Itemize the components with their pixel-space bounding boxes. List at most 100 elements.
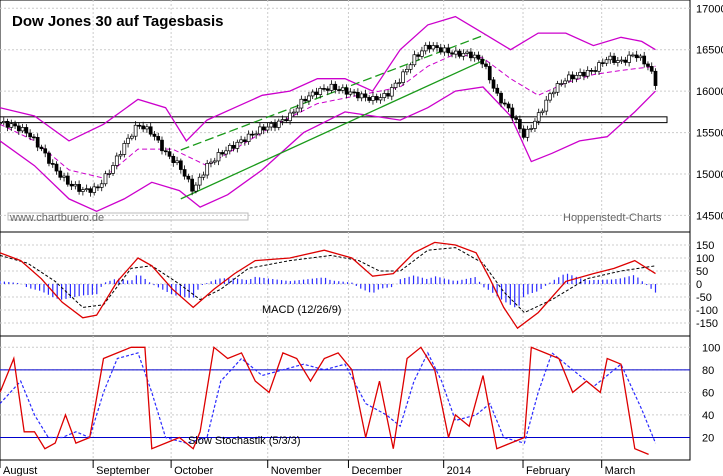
x-tick-label: December — [351, 465, 402, 476]
candle-body — [88, 188, 93, 193]
price-y-tick-label: 15500 — [696, 128, 723, 140]
macd-label: MACD (12/26/9) — [262, 304, 341, 316]
candle-body — [209, 161, 213, 164]
candle-body — [608, 55, 613, 61]
candle-body — [514, 117, 518, 120]
candle-body — [582, 71, 586, 77]
candle-body — [265, 126, 270, 131]
macd-y-tick-label: 0 — [696, 279, 702, 291]
candle-body — [393, 82, 398, 88]
candle-body — [412, 54, 417, 66]
candle-body — [491, 79, 496, 89]
candle-body — [43, 148, 48, 154]
candle-body — [303, 98, 307, 102]
candle-body — [612, 55, 616, 63]
x-tick-label: September — [96, 465, 150, 476]
candle-body — [374, 96, 379, 101]
candle-body — [107, 173, 112, 175]
candle-body — [220, 152, 225, 155]
candle-body — [0, 122, 2, 124]
candle-body — [480, 58, 485, 65]
candle-body — [280, 119, 285, 122]
candle-body — [284, 119, 289, 122]
candle-body — [62, 175, 66, 178]
candle-body — [92, 186, 97, 193]
candle-body — [540, 110, 545, 114]
candle-body — [246, 133, 251, 142]
candle-body — [310, 91, 315, 97]
candle-body — [367, 97, 372, 101]
price-y-tick-label: 14500 — [696, 210, 723, 222]
stochastic-label: Slow Stochastik (5/3/3) — [188, 435, 301, 447]
candle-body — [96, 186, 100, 189]
price-y-tick-label: 17000 — [696, 3, 723, 15]
candle-body — [295, 107, 300, 113]
candle-body — [322, 88, 326, 90]
x-tick-label: 2014 — [447, 465, 471, 476]
x-tick-label: August — [3, 465, 37, 476]
candle-body — [570, 74, 575, 80]
candle-body — [178, 160, 183, 170]
candle-body — [642, 55, 647, 65]
candle-body — [54, 163, 59, 172]
candle-body — [420, 50, 424, 57]
macd-y-tick-label: 150 — [696, 240, 714, 252]
candle-body — [84, 188, 89, 191]
candle-body — [329, 83, 334, 91]
candle-body — [631, 54, 635, 57]
candle-body — [69, 183, 74, 187]
candle-body — [201, 174, 206, 178]
candle-body — [231, 144, 236, 149]
candle-body — [544, 99, 549, 112]
x-tick-label: March — [605, 465, 636, 476]
candle-body — [216, 152, 221, 162]
candle-body — [175, 160, 179, 164]
price-plot-area — [0, 0, 691, 233]
candle-body — [615, 60, 620, 63]
candle-body — [145, 126, 149, 130]
candle-body — [423, 44, 428, 52]
candle-body — [472, 54, 477, 59]
candle-body — [634, 54, 639, 59]
candle-body — [20, 127, 25, 132]
candle-body — [646, 63, 650, 67]
candle-body — [186, 175, 191, 180]
candle-body — [197, 176, 202, 186]
candle-body — [307, 95, 311, 102]
candle-body — [389, 87, 394, 97]
candle-body — [438, 47, 443, 53]
candle-body — [276, 120, 281, 128]
candle-body — [548, 93, 552, 101]
candle-body — [484, 63, 488, 67]
candle-body — [529, 128, 534, 130]
candle-body — [111, 165, 115, 174]
candle-body — [314, 91, 319, 95]
candle-body — [386, 93, 390, 97]
candle-body — [348, 91, 353, 95]
candle-body — [273, 123, 277, 128]
candle-body — [465, 51, 469, 54]
candle-body — [356, 91, 360, 99]
candle-body — [442, 47, 447, 53]
candle-body — [450, 52, 454, 55]
candle-body — [649, 66, 654, 72]
candle-body — [1, 121, 6, 123]
candle-body — [363, 93, 368, 98]
stochastic-y-tick-label: 40 — [702, 410, 714, 422]
candle-body — [133, 124, 138, 137]
candle-body — [495, 87, 500, 94]
stochastic-y-tick-label: 20 — [702, 432, 714, 444]
candle-body — [227, 144, 232, 152]
macd-y-tick-label: -50 — [696, 292, 712, 304]
candle-body — [487, 66, 492, 81]
candle-body — [171, 155, 176, 164]
stock-chart: 145001500015500160001650017000 150100500… — [0, 0, 723, 476]
candle-body — [525, 128, 530, 138]
candle-body — [77, 184, 81, 192]
candle-body — [333, 83, 338, 90]
stochastic-panel: 100 80 60 40 20 — [0, 335, 720, 461]
candle-body — [461, 53, 466, 57]
candle-body — [73, 184, 78, 187]
candle-body — [58, 170, 63, 178]
candle-body — [619, 59, 624, 62]
